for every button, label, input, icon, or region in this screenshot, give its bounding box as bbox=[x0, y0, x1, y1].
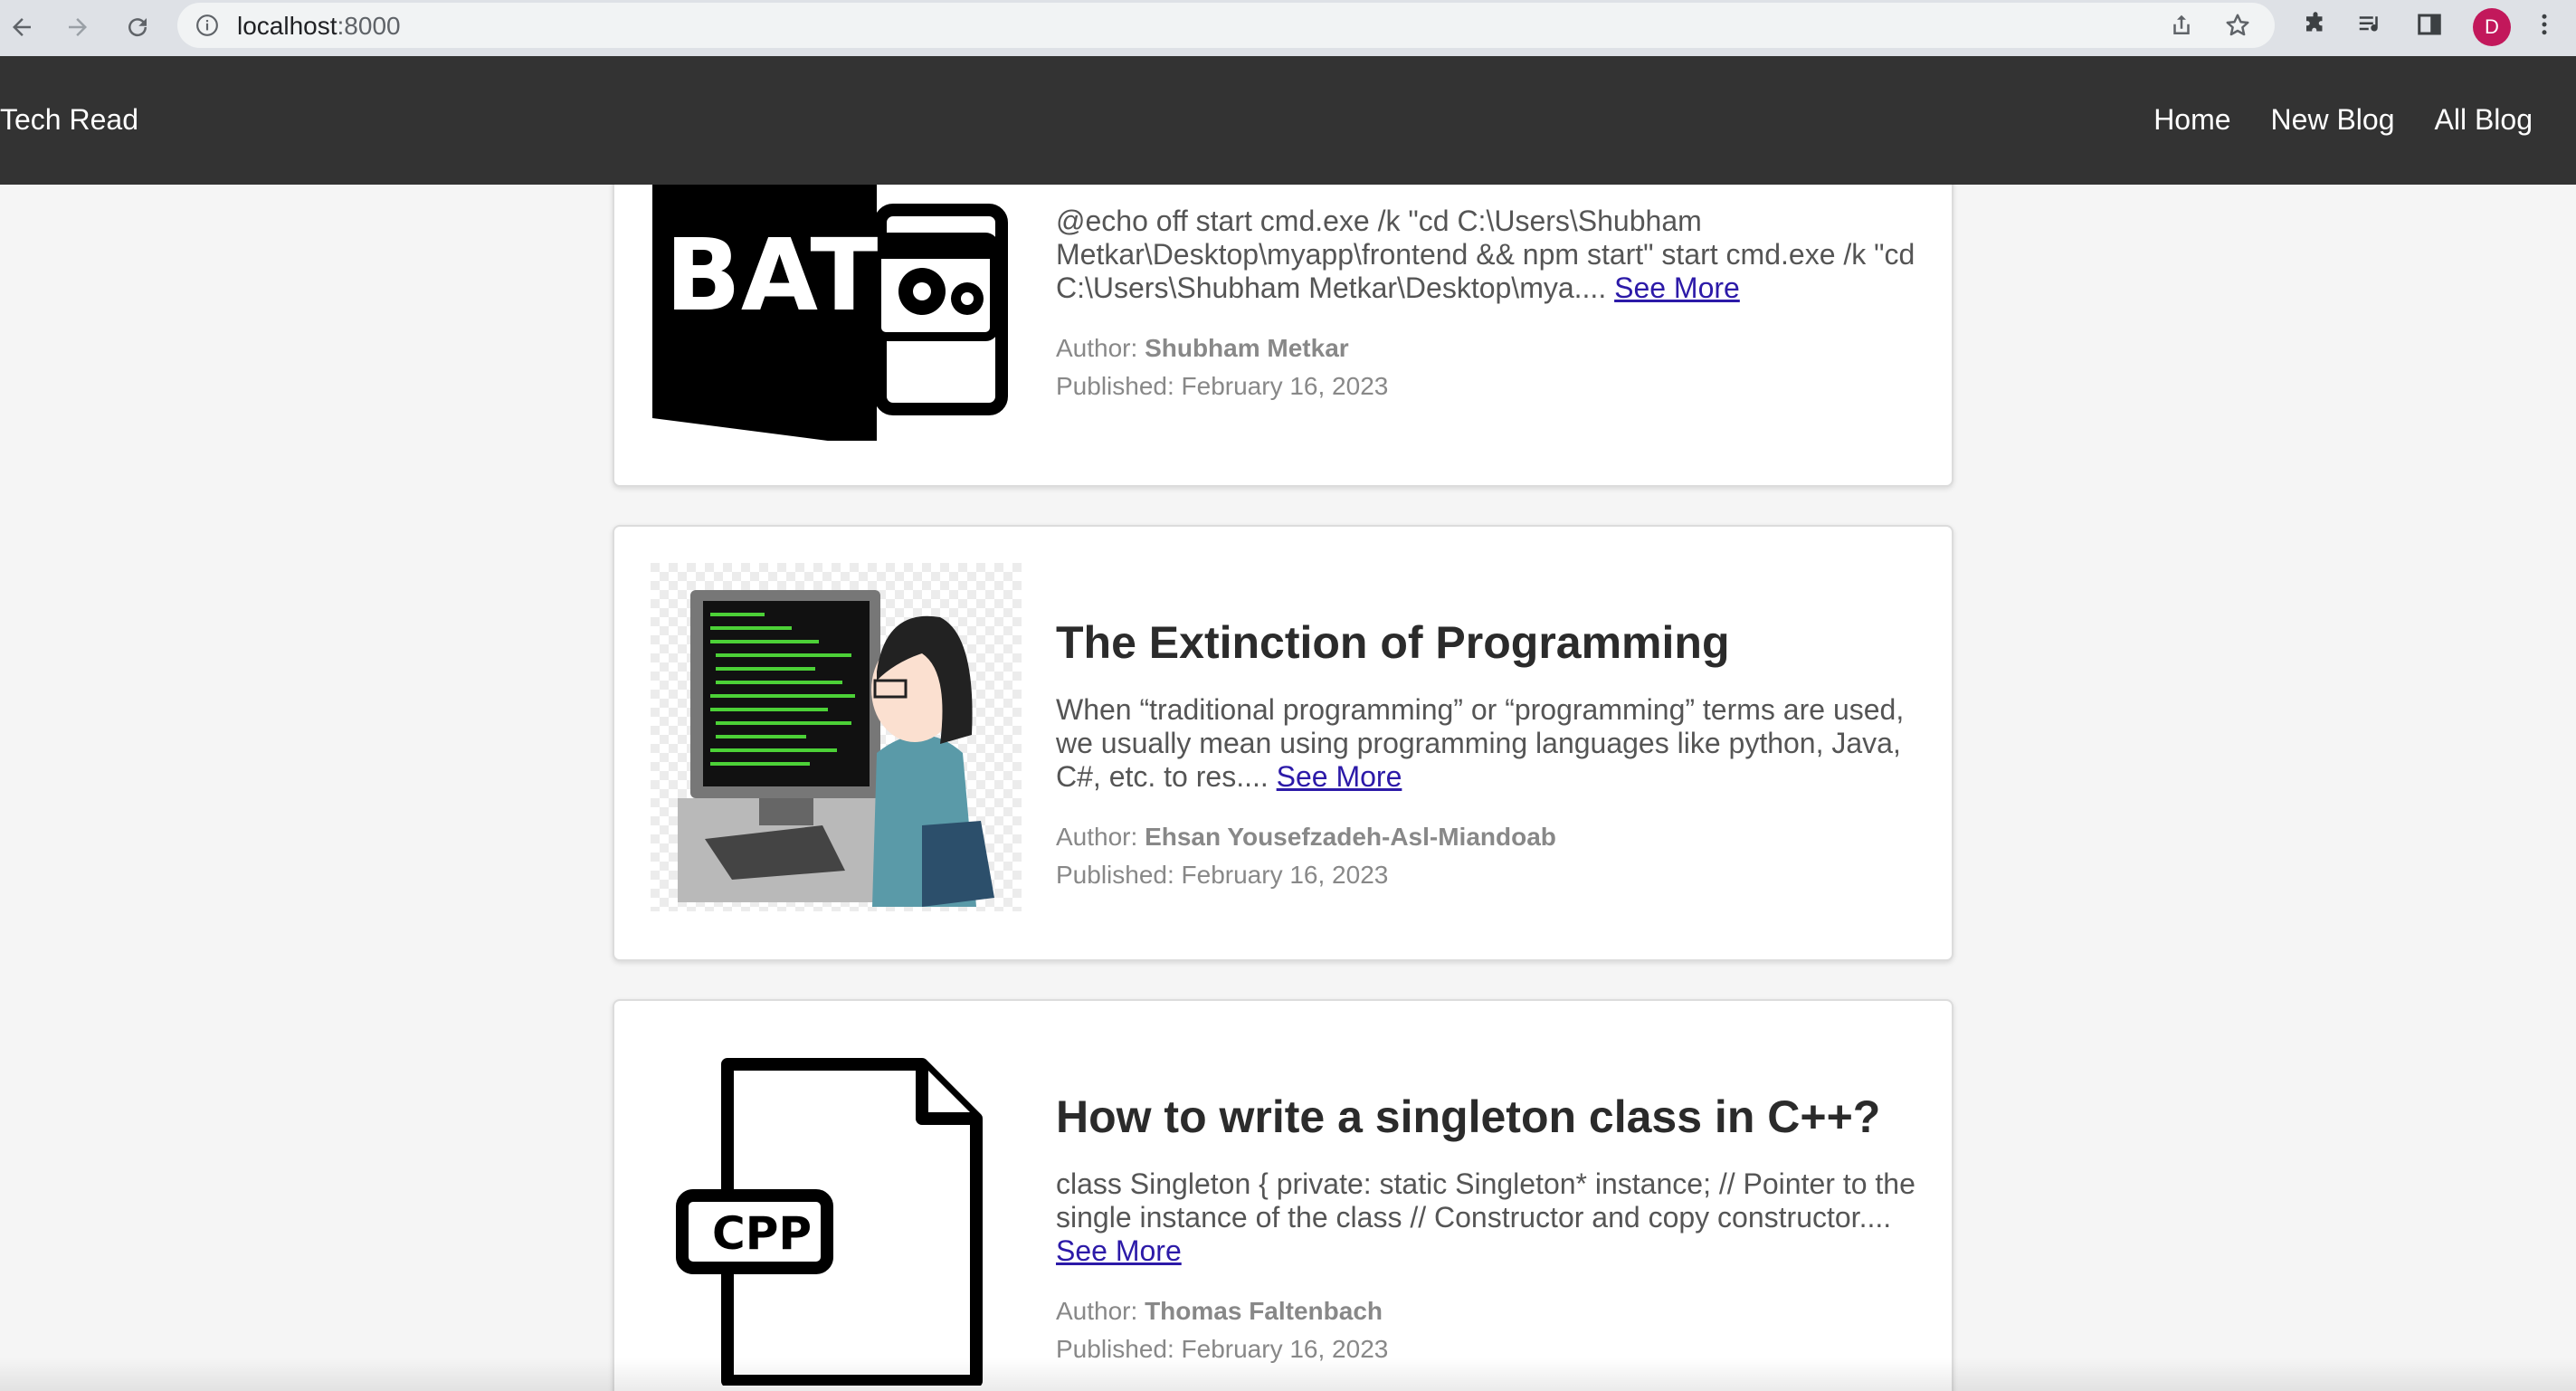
author-name: Shubham Metkar bbox=[1145, 333, 1349, 362]
author-name: Thomas Faltenbach bbox=[1145, 1296, 1383, 1325]
author-label: Author: bbox=[1056, 822, 1138, 851]
post-excerpt: When “traditional programming” or “progr… bbox=[1056, 693, 1925, 795]
cpp-file-thumbnail: CPP bbox=[651, 1037, 1022, 1386]
post-excerpt: class Singleton { private: static Single… bbox=[1056, 1167, 1925, 1269]
author-line: Author: Shubham Metkar bbox=[1056, 329, 1925, 367]
nav-link-all-blog[interactable]: All Blog bbox=[2435, 103, 2533, 137]
url-port: :8000 bbox=[337, 12, 401, 40]
reading-list-icon[interactable] bbox=[2354, 9, 2385, 40]
back-arrow-icon[interactable] bbox=[4, 9, 40, 45]
blog-card[interactable]: The Extinction of Programming When “trad… bbox=[613, 525, 1953, 961]
post-meta: Author: Shubham Metkar Published: Februa… bbox=[1056, 329, 1925, 405]
url-host: localhost bbox=[237, 12, 337, 40]
card-content: The Extinction of Programming When “trad… bbox=[1056, 617, 1925, 894]
post-title[interactable]: How to write a singleton class in C++? bbox=[1056, 1091, 1925, 1144]
profile-avatar[interactable]: D bbox=[2473, 8, 2511, 46]
author-line: Author: Thomas Faltenbach bbox=[1056, 1292, 1925, 1330]
share-icon[interactable] bbox=[2168, 12, 2195, 39]
side-panel-icon[interactable] bbox=[2414, 9, 2445, 40]
forward-arrow-icon[interactable] bbox=[60, 9, 96, 45]
author-name: Ehsan Yousefzadeh-Asl-Miandoab bbox=[1145, 822, 1556, 851]
programmer-illustration-thumbnail bbox=[651, 563, 1022, 911]
address-bar[interactable]: localhost:8000 bbox=[177, 3, 2275, 48]
brand-title[interactable]: Tech Read bbox=[0, 103, 138, 137]
bookmark-star-icon[interactable] bbox=[2224, 12, 2251, 39]
info-icon[interactable] bbox=[195, 14, 219, 37]
post-title[interactable]: The Extinction of Programming bbox=[1056, 617, 1925, 670]
author-line: Author: Ehsan Yousefzadeh-Asl-Miandoab bbox=[1056, 818, 1925, 856]
post-excerpt: @echo off start cmd.exe /k "cd C:\Users\… bbox=[1056, 205, 1925, 306]
bat-label: BAT bbox=[665, 217, 878, 333]
nav-link-home[interactable]: Home bbox=[2153, 103, 2230, 137]
url-text: localhost:8000 bbox=[237, 12, 401, 41]
excerpt-text: @echo off start cmd.exe /k "cd C:\Users\… bbox=[1056, 204, 1915, 305]
author-label: Author: bbox=[1056, 1296, 1138, 1325]
see-more-link[interactable]: See More bbox=[1277, 760, 1402, 793]
cpp-label: CPP bbox=[712, 1207, 812, 1260]
kebab-menu-icon[interactable] bbox=[2529, 9, 2560, 40]
published-date: Published: February 16, 2023 bbox=[1056, 860, 1389, 889]
author-label: Author: bbox=[1056, 333, 1138, 362]
post-meta: Author: Ehsan Yousefzadeh-Asl-Miandoab P… bbox=[1056, 818, 1925, 894]
browser-toolbar: localhost:8000 D bbox=[0, 0, 2576, 56]
card-content: How to write a singleton class in C++? c… bbox=[1056, 1091, 1925, 1368]
app-navbar: Tech Read Home New Blog All Blog bbox=[0, 56, 2576, 185]
scroll-shadow bbox=[0, 1358, 2576, 1391]
blog-card[interactable]: CPP How to write a singleton class in C+… bbox=[613, 999, 1953, 1391]
excerpt-text: When “traditional programming” or “progr… bbox=[1056, 692, 1905, 794]
excerpt-text: class Singleton { private: static Single… bbox=[1056, 1167, 1915, 1234]
reload-icon[interactable] bbox=[119, 9, 156, 45]
nav-link-new-blog[interactable]: New Blog bbox=[2271, 103, 2395, 137]
see-more-link[interactable]: See More bbox=[1056, 1234, 1182, 1267]
see-more-link[interactable]: See More bbox=[1614, 272, 1740, 304]
card-content: scripting @echo off start cmd.exe /k "cd… bbox=[1056, 129, 1925, 405]
extensions-puzzle-icon[interactable] bbox=[2300, 9, 2331, 40]
profile-initial: D bbox=[2485, 15, 2499, 38]
published-date: Published: February 16, 2023 bbox=[1056, 371, 1389, 400]
nav-links: Home New Blog All Blog bbox=[2153, 103, 2533, 137]
